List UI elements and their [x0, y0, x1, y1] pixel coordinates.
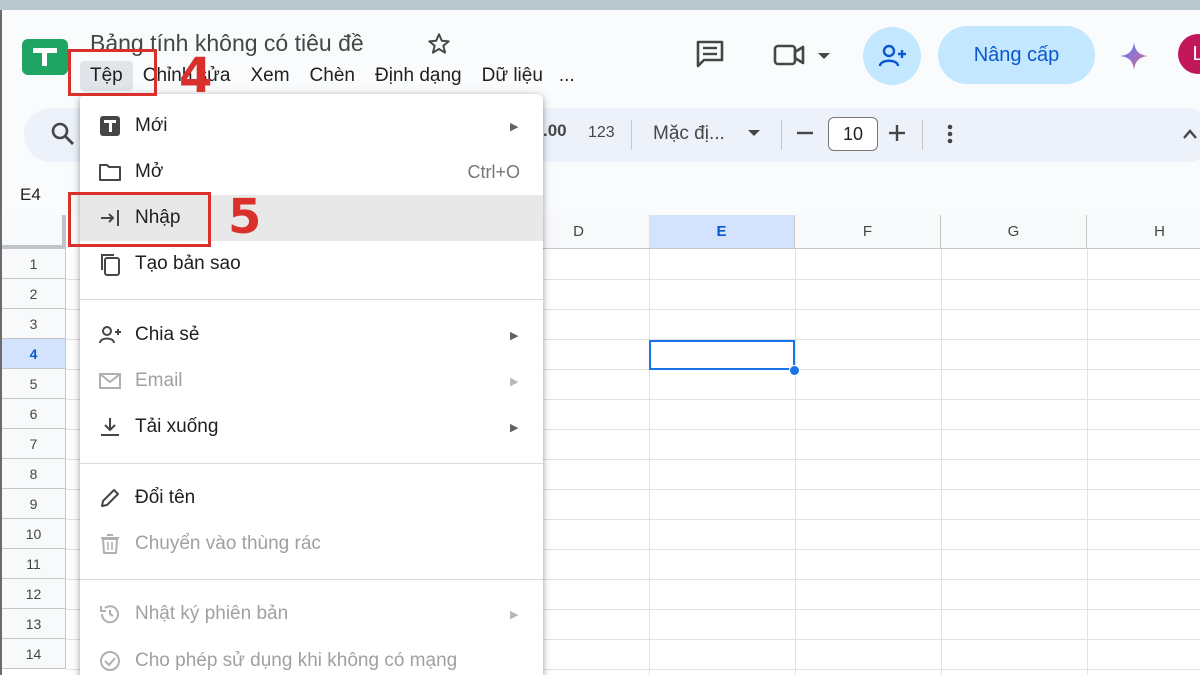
menu-item-label: Chuyển vào thùng rác — [135, 533, 321, 554]
row-header-6[interactable]: 6 — [2, 399, 66, 429]
fill-handle[interactable] — [789, 365, 800, 376]
grid-line — [941, 249, 942, 675]
number-format-button[interactable]: 123 — [588, 124, 615, 142]
column-header-h[interactable]: H — [1087, 215, 1200, 249]
font-family-select[interactable]: Mặc đị... — [653, 123, 725, 145]
row-header-11[interactable]: 11 — [2, 549, 66, 579]
share-person-icon — [99, 326, 121, 344]
column-header-f[interactable]: F — [795, 215, 941, 249]
menu-item-make-available-offline[interactable]: Cho phép sử dụng khi không có mạng — [80, 638, 543, 675]
download-icon — [101, 418, 119, 436]
row-header-4[interactable]: 4 — [2, 339, 66, 369]
menu-item-label: Nhật ký phiên bản — [135, 603, 289, 624]
menu-item-label: Đổi tên — [135, 487, 196, 508]
select-all-corner[interactable] — [2, 215, 66, 249]
menu-item-label: Mở — [135, 161, 164, 182]
offline-icon — [100, 651, 120, 671]
row-header-7[interactable]: 7 — [2, 429, 66, 459]
shortcut-label: Ctrl+O — [467, 161, 520, 182]
row-header-5[interactable]: 5 — [2, 369, 66, 399]
window-top-strip — [0, 0, 1200, 10]
row-header-2[interactable]: 2 — [2, 279, 66, 309]
selected-cell-e4[interactable] — [649, 340, 795, 370]
menu-item-label: Tạo bản sao — [135, 253, 241, 274]
menu-divider — [80, 579, 543, 580]
history-icon — [100, 605, 119, 624]
meet-video-icon[interactable] — [772, 40, 834, 70]
trash-icon — [101, 534, 119, 554]
step-4-number: 4 — [179, 48, 213, 104]
grid-line — [1087, 249, 1088, 675]
menu-data[interactable]: Dữ liệu — [472, 61, 553, 91]
sheets-logo[interactable] — [22, 39, 68, 75]
menu-insert[interactable]: Chèn — [300, 61, 365, 91]
toolbar-divider — [922, 120, 923, 150]
new-sheet-icon — [100, 116, 120, 136]
step-4-highlight-box — [68, 49, 157, 96]
menu-item-move-to-trash[interactable]: Chuyển vào thùng rác — [80, 521, 543, 567]
toolbar-divider — [781, 120, 782, 150]
row-header-3[interactable]: 3 — [2, 309, 66, 339]
menu-divider — [80, 299, 543, 300]
menu-format[interactable]: Định dạng — [365, 61, 472, 91]
menu-more[interactable]: ... — [553, 61, 581, 91]
more-options-icon[interactable] — [942, 122, 958, 146]
name-box[interactable]: E4 — [20, 185, 41, 205]
row-header-8[interactable]: 8 — [2, 459, 66, 489]
column-header-g[interactable]: G — [941, 215, 1087, 249]
grid-line — [795, 249, 796, 675]
row-header-13[interactable]: 13 — [2, 609, 66, 639]
chevron-down-icon[interactable] — [746, 127, 762, 139]
font-size-input[interactable]: 10 — [828, 117, 878, 151]
menu-item-label: Chia sẻ — [135, 324, 200, 345]
row-header-14[interactable]: 14 — [2, 639, 66, 669]
menu-item-version-history[interactable]: Nhật ký phiên bản ▶ — [80, 591, 543, 637]
collapse-toolbar-icon[interactable] — [1180, 126, 1200, 142]
menu-item-label: Cho phép sử dụng khi không có mạng — [135, 650, 458, 671]
toolbar-divider — [631, 120, 632, 150]
email-icon — [99, 373, 121, 389]
share-button[interactable] — [863, 27, 921, 85]
folder-icon — [99, 164, 121, 181]
submenu-arrow-icon: ▶ — [510, 421, 519, 434]
decrease-font-size-icon[interactable] — [795, 125, 815, 141]
menu-item-label: Tải xuống — [135, 416, 219, 437]
menu-item-make-copy[interactable]: Tạo bản sao — [80, 241, 543, 287]
pencil-icon — [101, 489, 119, 507]
menu-view[interactable]: Xem — [240, 61, 299, 91]
column-header-e[interactable]: E — [649, 215, 795, 249]
copy-icon — [101, 254, 120, 276]
step-5-number: 5 — [228, 189, 262, 245]
menu-item-label: Mới — [135, 115, 168, 136]
increase-decimal-button[interactable]: .00 — [543, 121, 567, 141]
submenu-arrow-icon: ▶ — [510, 329, 519, 342]
menu-item-email[interactable]: Email ▶ — [80, 358, 543, 404]
row-header-9[interactable]: 9 — [2, 489, 66, 519]
search-menus-icon[interactable] — [50, 121, 76, 147]
row-header-1[interactable]: 1 — [2, 249, 66, 279]
step-5-highlight-box — [68, 192, 211, 247]
menu-item-share[interactable]: Chia sẻ ▶ — [80, 312, 543, 358]
menu-item-new[interactable]: Mới ▶ — [80, 103, 543, 149]
upgrade-button[interactable]: Nâng cấp — [938, 26, 1095, 84]
submenu-arrow-icon: ▶ — [510, 608, 519, 621]
file-menu-dropdown: Mới ▶ Mở Ctrl+O Nhập Tạo bản sao Chia sẻ… — [80, 94, 543, 675]
share-add-person-icon — [878, 44, 906, 67]
menu-item-download[interactable]: Tải xuống ▶ — [80, 404, 543, 450]
increase-font-size-icon[interactable] — [887, 123, 907, 143]
comments-icon[interactable] — [694, 38, 726, 70]
menu-item-open[interactable]: Mở Ctrl+O — [80, 149, 543, 195]
grid-line — [649, 249, 650, 675]
menu-item-rename[interactable]: Đổi tên — [80, 475, 543, 521]
submenu-arrow-icon: ▶ — [510, 375, 519, 388]
star-icon[interactable] — [426, 31, 452, 57]
gemini-sparkle-icon[interactable] — [1118, 40, 1150, 72]
row-header-10[interactable]: 10 — [2, 519, 66, 549]
row-header-12[interactable]: 12 — [2, 579, 66, 609]
menu-divider — [80, 463, 543, 464]
menu-item-label: Email — [135, 370, 183, 391]
submenu-arrow-icon: ▶ — [510, 120, 519, 133]
